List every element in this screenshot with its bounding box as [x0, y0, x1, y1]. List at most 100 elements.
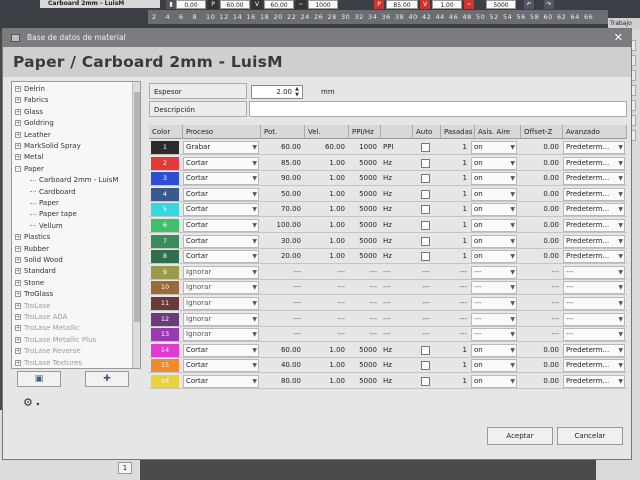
tree-item[interactable]: + Leather — [15, 129, 51, 141]
offset-z-cell[interactable]: --- — [521, 281, 561, 294]
tree-item[interactable]: + Delrin — [15, 83, 45, 95]
proceso-select[interactable]: Ignorar ▼ — [183, 312, 259, 326]
tree-expander-icon[interactable]: + — [15, 97, 21, 104]
avanzado-select[interactable]: Predeterm... ▼ — [563, 219, 625, 232]
auto-checkbox[interactable] — [421, 221, 430, 230]
tree-scrollbar[interactable] — [132, 82, 140, 368]
power-icon[interactable]: ▮ — [166, 0, 176, 9]
tree-expander-icon[interactable]: + — [15, 154, 21, 161]
avanzado-select[interactable]: --- ▼ — [563, 281, 625, 295]
auto-checkbox[interactable] — [421, 361, 430, 371]
close-icon[interactable]: ✕ — [614, 29, 623, 47]
tree-expander-icon[interactable]: + — [15, 279, 21, 286]
tree-item[interactable]: + Fabrics — [15, 94, 48, 106]
tree-item[interactable]: + Metal — [15, 151, 43, 163]
toolbar-value-5[interactable]: 85.00 — [386, 0, 418, 9]
ppi-hz-cell[interactable]: --- — [349, 266, 379, 279]
undo-icon[interactable]: ↶ — [524, 0, 534, 9]
tree-expander-icon[interactable]: + — [15, 268, 21, 275]
velocidad-cell[interactable]: 1.00 — [305, 203, 347, 216]
tree-expander-icon[interactable]: + — [15, 143, 21, 149]
aire-select[interactable]: on ▼ — [471, 343, 517, 357]
velocidad-cell[interactable]: 1.00 — [305, 359, 347, 372]
color-swatch[interactable]: 2 — [151, 156, 179, 170]
tree-item[interactable]: + TroLase — [15, 300, 50, 312]
pasadas-cell[interactable]: 1 — [441, 172, 469, 185]
aire-select[interactable]: --- ▼ — [471, 328, 517, 342]
tree-item[interactable]: Paper tape — [30, 208, 77, 220]
velocidad-cell[interactable]: 1.00 — [305, 375, 347, 388]
pasadas-cell[interactable]: --- — [441, 313, 469, 326]
offset-z-cell[interactable]: 0.00 — [521, 359, 561, 372]
tree-expander-icon[interactable]: + — [15, 314, 21, 320]
avanzado-select[interactable]: Predeterm... ▼ — [563, 343, 625, 357]
avanzado-select[interactable]: Predeterm... ▼ — [563, 156, 625, 170]
color-swatch[interactable]: 6 — [151, 219, 179, 232]
offset-z-cell[interactable]: 0.00 — [521, 172, 561, 185]
color-swatch[interactable]: 9 — [151, 265, 179, 279]
ppi-hz-cell[interactable]: 5000 — [349, 157, 379, 170]
tree-expander-icon[interactable]: + — [15, 291, 21, 298]
potencia-cell[interactable]: 40.00 — [261, 359, 303, 372]
tree-expander-icon[interactable]: + — [15, 86, 21, 92]
toolbar-value-3[interactable]: 60.00 — [264, 0, 294, 9]
potencia-cell[interactable]: --- — [261, 328, 303, 341]
proceso-select[interactable]: Cortar ▼ — [183, 234, 259, 248]
ppi-hz-cell[interactable]: 5000 — [349, 359, 379, 372]
color-swatch[interactable]: 15 — [151, 359, 179, 373]
aire-select[interactable]: on ▼ — [471, 250, 517, 264]
tree-item[interactable]: + TroLase Textures — [15, 357, 82, 368]
proceso-select[interactable]: Cortar ▼ — [183, 250, 259, 264]
tree-item[interactable]: + TroLase Metallic Plus — [15, 334, 96, 346]
tree-expander-icon[interactable]: + — [15, 234, 21, 241]
tree-expander-icon[interactable]: + — [15, 302, 21, 309]
color-swatch[interactable]: 12 — [151, 312, 179, 326]
offset-z-cell[interactable]: 0.00 — [521, 375, 561, 388]
proceso-select[interactable]: Ignorar ▼ — [183, 297, 259, 310]
tree-expander-icon[interactable]: + — [15, 108, 21, 115]
ppi-hz-cell[interactable]: --- — [349, 328, 379, 341]
tree-expander-icon[interactable]: + — [15, 245, 21, 252]
tree-item[interactable]: Vellum — [30, 220, 63, 232]
tree-item[interactable]: + Solid Wood — [15, 254, 63, 266]
avanzado-select[interactable]: --- ▼ — [563, 328, 625, 342]
pasadas-cell[interactable]: 1 — [441, 157, 469, 170]
pasadas-cell[interactable]: 1 — [441, 203, 469, 216]
potencia-cell[interactable]: 100.00 — [261, 219, 303, 232]
velocidad-cell[interactable]: 1.00 — [305, 344, 347, 357]
power-p-icon[interactable]: P — [208, 0, 218, 9]
proceso-select[interactable]: Cortar ▼ — [183, 187, 259, 201]
toolbar-value-2[interactable]: 60.00 — [220, 0, 250, 9]
ppi-hz-cell[interactable]: 5000 — [349, 344, 379, 357]
toolbar-value-4[interactable]: 1000 — [308, 0, 338, 9]
tree-expander-icon[interactable]: + — [15, 325, 21, 332]
potencia-cell[interactable]: --- — [261, 297, 303, 310]
accept-button[interactable]: Aceptar — [487, 427, 553, 445]
offset-z-cell[interactable]: 0.00 — [521, 235, 561, 248]
aire-select[interactable]: on ▼ — [471, 141, 517, 154]
potencia-cell[interactable]: --- — [261, 266, 303, 279]
pasadas-cell[interactable]: --- — [441, 297, 469, 310]
ppi-hz-cell[interactable]: --- — [349, 297, 379, 310]
scrollbar-thumb[interactable] — [134, 92, 140, 322]
pasadas-cell[interactable]: 1 — [441, 375, 469, 388]
proceso-select[interactable]: Ignorar ▼ — [183, 281, 259, 295]
velocidad-cell[interactable]: --- — [305, 297, 347, 310]
velocidad-cell[interactable]: 60.00 — [305, 141, 347, 154]
speed-v-red-icon[interactable]: V — [420, 0, 430, 9]
potencia-cell[interactable]: --- — [261, 281, 303, 294]
espesor-spinner-icon[interactable]: ▲ ▼ — [293, 86, 301, 98]
aire-select[interactable]: on ▼ — [471, 375, 517, 388]
velocidad-cell[interactable]: --- — [305, 266, 347, 279]
offset-z-cell[interactable]: --- — [521, 266, 561, 279]
proceso-select[interactable]: Cortar ▼ — [183, 343, 259, 357]
offset-z-cell[interactable]: --- — [521, 328, 561, 341]
tree-item[interactable]: + Rubber — [15, 243, 49, 255]
color-swatch[interactable]: 13 — [151, 328, 179, 342]
aire-select[interactable]: --- ▼ — [471, 297, 517, 310]
tree-item[interactable]: + Plastics — [15, 231, 50, 243]
auto-checkbox[interactable] — [421, 174, 430, 184]
proceso-select[interactable]: Cortar ▼ — [183, 219, 259, 232]
tree-expander-icon[interactable]: - — [15, 165, 21, 172]
potencia-cell[interactable]: 60.00 — [261, 141, 303, 154]
